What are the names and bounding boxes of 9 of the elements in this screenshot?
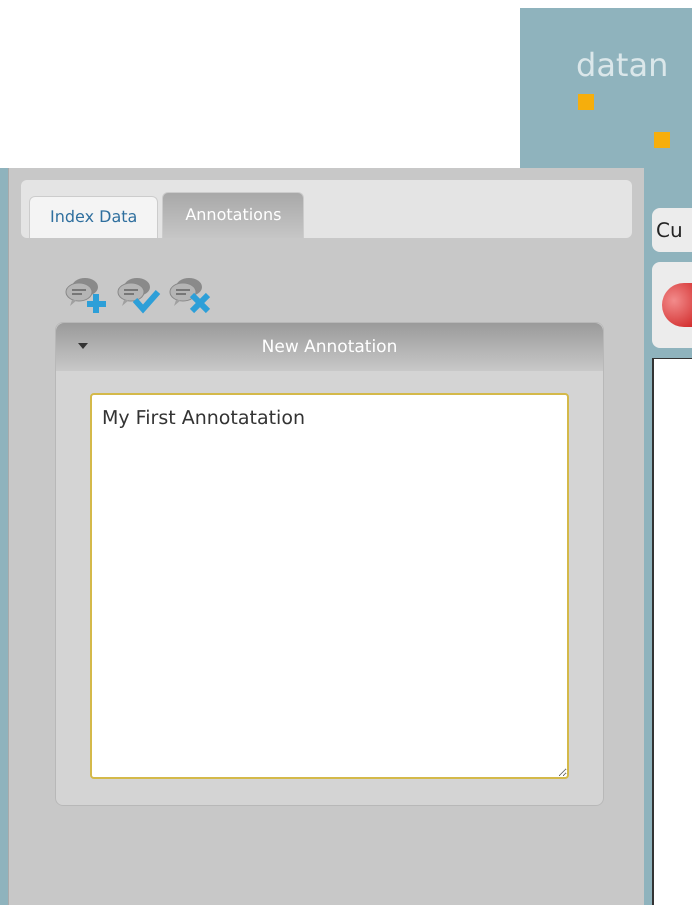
- square-icon: [654, 132, 670, 148]
- round-button-icon[interactable]: [662, 283, 692, 327]
- square-icon: [578, 94, 594, 110]
- side-tab[interactable]: Cu: [652, 208, 692, 252]
- panel-title: New Annotation: [262, 337, 398, 357]
- annotation-field[interactable]: My First Annotatation: [90, 393, 569, 779]
- tab[interactable]: Index Data: [29, 196, 158, 238]
- logo-text: datan: [576, 46, 668, 84]
- collapse-icon[interactable]: [78, 343, 88, 349]
